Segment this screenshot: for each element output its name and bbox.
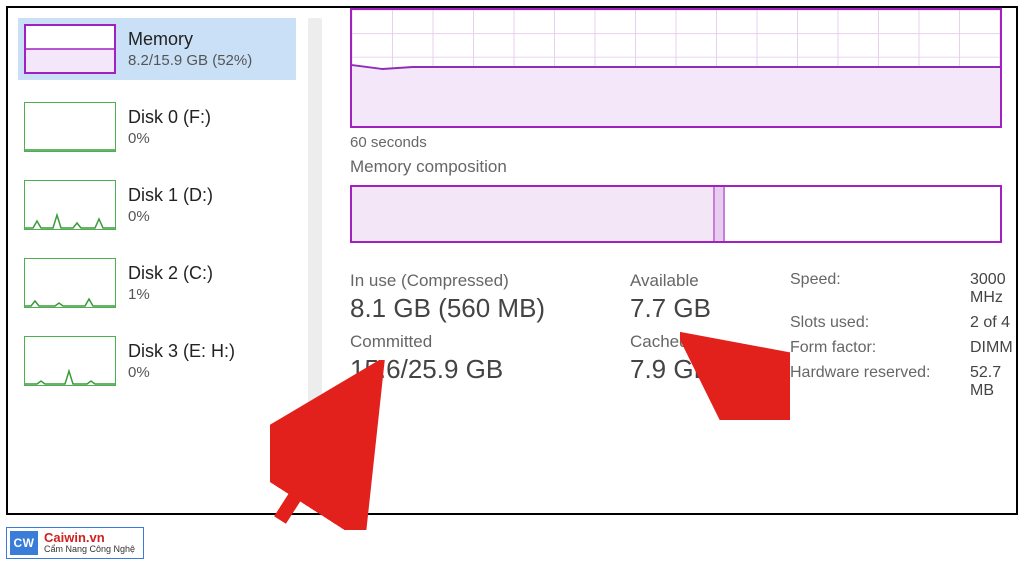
sidebar-item-title: Disk 1 (D:) [128,185,213,206]
resource-sidebar: Memory 8.2/15.9 GB (52%) Disk 0 (F:) 0% [8,8,308,513]
watermark-subtitle: Cẩm Nang Công Nghệ [44,545,135,555]
sidebar-item-disk3[interactable]: Disk 3 (E: H:) 0% [18,330,296,392]
composition-modified-segment [715,187,725,241]
watermark-logo-icon: CW [10,531,38,555]
sidebar-item-sub: 0% [128,130,211,147]
inuse-value: 8.1 GB (560 MB) [350,293,620,324]
sidebar-item-sub: 0% [128,208,213,225]
available-value: 7.7 GB [630,293,780,324]
sidebar-item-disk1[interactable]: Disk 1 (D:) 0% [18,174,296,236]
sidebar-scrollbar[interactable] [308,18,322,503]
memory-detail-panel: 60 seconds Memory composition In use (Co… [322,8,1016,513]
task-manager-performance-panel: Memory 8.2/15.9 GB (52%) Disk 0 (F:) 0% [6,6,1018,515]
sidebar-item-title: Memory [128,29,252,50]
spec-form-label: Form factor: [790,339,970,358]
disk-thumbnail-graph [24,336,116,386]
spec-slots-value: 2 of 4 [970,314,1013,333]
spec-slots-label: Slots used: [790,314,970,333]
memory-stats-grid: In use (Compressed) 8.1 GB (560 MB) Avai… [350,271,1002,401]
composition-free-segment [725,187,1000,241]
cached-label: Cached [630,332,780,352]
spec-hw-value: 52.7 MB [970,364,1013,401]
cached-value: 7.9 GB [630,354,780,385]
committed-value: 15.6/25.9 GB [350,354,620,385]
sidebar-item-title: Disk 2 (C:) [128,263,213,284]
watermark-title: Caiwin.vn [44,531,135,545]
spec-speed-value: 3000 MHz [970,271,1013,308]
memory-specs-table: Speed: 3000 MHz Slots used: 2 of 4 Form … [790,271,1013,401]
disk-thumbnail-graph [24,102,116,152]
disk-thumbnail-graph [24,258,116,308]
watermark-badge: CW Caiwin.vn Cẩm Nang Công Nghệ [6,527,144,559]
committed-label: Committed [350,332,620,352]
graph-time-axis-label: 60 seconds [350,134,1002,151]
sidebar-item-disk2[interactable]: Disk 2 (C:) 1% [18,252,296,314]
sidebar-item-sub: 8.2/15.9 GB (52%) [128,52,252,69]
available-label: Available [630,271,780,291]
memory-composition-bar [350,185,1002,243]
memory-usage-graph [350,8,1002,128]
sidebar-item-sub: 1% [128,286,213,303]
sidebar-item-sub: 0% [128,364,235,381]
spec-speed-label: Speed: [790,271,970,308]
inuse-label: In use (Compressed) [350,271,620,291]
sidebar-item-title: Disk 3 (E: H:) [128,341,235,362]
spec-hw-label: Hardware reserved: [790,364,970,401]
memory-composition-label: Memory composition [350,157,1002,177]
spec-form-value: DIMM [970,339,1013,358]
sidebar-item-disk0[interactable]: Disk 0 (F:) 0% [18,96,296,158]
sidebar-item-title: Disk 0 (F:) [128,107,211,128]
disk-thumbnail-graph [24,180,116,230]
memory-thumbnail-graph [24,24,116,74]
composition-used-segment [352,187,715,241]
sidebar-item-memory[interactable]: Memory 8.2/15.9 GB (52%) [18,18,296,80]
